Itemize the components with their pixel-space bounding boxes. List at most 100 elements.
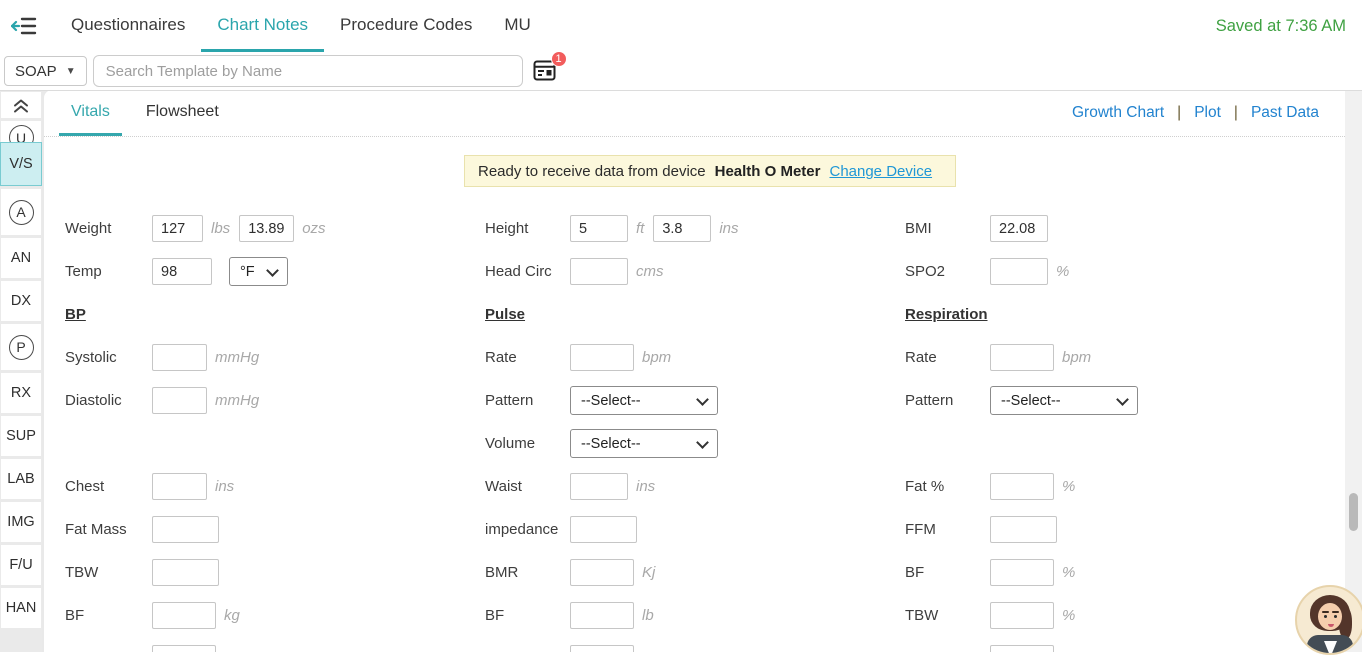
device-name: Health O Meter	[715, 163, 821, 180]
plot-link[interactable]: Plot	[1194, 104, 1221, 122]
field-label: BF	[485, 607, 570, 624]
pulse-volume-select[interactable]: --Select--	[570, 429, 718, 458]
systolic-input[interactable]	[152, 344, 207, 371]
bf-pct-input[interactable]	[990, 559, 1054, 586]
pulse-pattern-value: --Select--	[581, 393, 641, 409]
collapse-menu-button[interactable]	[9, 11, 39, 41]
resp-rate-input[interactable]	[990, 344, 1054, 371]
chevron-down-icon	[1116, 393, 1129, 406]
growth-chart-link[interactable]: Growth Chart	[1072, 104, 1164, 122]
head-circ-input[interactable]	[570, 258, 628, 285]
unit-label: %	[1062, 478, 1075, 495]
weight-lbs-input[interactable]	[152, 215, 203, 242]
temp-unit-select[interactable]: °F	[229, 257, 288, 286]
mm-lb-input[interactable]	[990, 645, 1054, 652]
field-label: Weight	[65, 220, 152, 237]
change-device-link[interactable]: Change Device	[829, 163, 932, 180]
temp-unit-value: °F	[240, 264, 255, 280]
circled-letter-icon: A	[9, 200, 34, 225]
sidebar-item-han[interactable]: HAN	[1, 588, 41, 628]
field-label: TBW	[905, 607, 990, 624]
unit-label: mmHg	[215, 392, 259, 409]
ffm-input[interactable]	[990, 516, 1057, 543]
tab-flowsheet[interactable]: Flowsheet	[134, 90, 231, 136]
height-ins-input[interactable]	[653, 215, 711, 242]
sidebar-item-lab[interactable]: LAB	[1, 459, 41, 499]
waist-input[interactable]	[570, 473, 628, 500]
soap-dropdown[interactable]: SOAP ▼	[4, 56, 87, 86]
field-label: Fat Mass	[65, 521, 152, 538]
sidebar-item-allergies[interactable]: A	[1, 189, 41, 235]
weight-ozs-input[interactable]	[239, 215, 294, 242]
height-ft-input[interactable]	[570, 215, 628, 242]
vitals-links: Growth Chart | Plot | Past Data	[1072, 90, 1345, 136]
field-label: Head Circ	[485, 263, 570, 280]
nav-mu[interactable]: MU	[488, 0, 546, 52]
tbw-input[interactable]	[152, 559, 219, 586]
sidebar-item-sup[interactable]: SUP	[1, 416, 41, 456]
pulse-pattern-select[interactable]: --Select--	[570, 386, 718, 415]
search-template-input[interactable]	[93, 55, 523, 87]
fat-pct-input[interactable]	[990, 473, 1054, 500]
bmr-input[interactable]	[570, 559, 634, 586]
sidebar-item-rx[interactable]: RX	[1, 373, 41, 413]
height-row: Height ft ins	[485, 207, 905, 250]
field-label: Volume	[485, 435, 570, 452]
field-label: Temp	[65, 263, 152, 280]
sidebar-item-dx[interactable]: DX	[1, 281, 41, 321]
bmi-row: BMI	[905, 207, 1138, 250]
fat-mass-input[interactable]	[152, 516, 219, 543]
dropdown-arrow-icon: ▼	[66, 66, 76, 77]
past-data-link[interactable]: Past Data	[1251, 104, 1319, 122]
field-label: Fat %	[905, 478, 990, 495]
sidebar-item-label: F/U	[9, 557, 32, 573]
unit-label: ins	[719, 220, 738, 237]
sidebar-item-fu[interactable]: F/U	[1, 545, 41, 585]
unit-label: ozs	[302, 220, 325, 237]
unit-label: %	[1062, 564, 1075, 581]
waist-row: Waist ins	[485, 465, 905, 508]
pulse-rate-input[interactable]	[570, 344, 634, 371]
sidebar-item-plan[interactable]: P	[1, 324, 41, 370]
temp-input[interactable]	[152, 258, 212, 285]
avatar-eye	[1324, 615, 1327, 618]
bf-lb-input[interactable]	[570, 602, 634, 629]
fat-mass-row: Fat Mass	[65, 508, 485, 551]
scrollbar-thumb[interactable]	[1349, 493, 1358, 531]
assistant-avatar[interactable]	[1295, 585, 1362, 655]
nav-chart-notes[interactable]: Chart Notes	[201, 0, 324, 52]
vertical-scrollbar[interactable]	[1345, 90, 1362, 652]
unit-label: lbs	[211, 220, 230, 237]
resp-pattern-select[interactable]: --Select--	[990, 386, 1138, 415]
sidebar-scroll-up-button[interactable]	[1, 92, 41, 118]
unit-label: lb	[642, 607, 654, 624]
chart-sections-sidebar: U V/S A AN DX P RX SUP LAB IMG F/U HAN	[0, 91, 42, 652]
impedance-input[interactable]	[570, 516, 637, 543]
nav-procedure-codes[interactable]: Procedure Codes	[324, 0, 488, 52]
tbw-lb-input[interactable]	[152, 645, 216, 652]
field-label: Rate	[485, 349, 570, 366]
sidebar-item-an[interactable]: AN	[1, 238, 41, 278]
spo2-input[interactable]	[990, 258, 1048, 285]
chart-nav: Questionnaires Chart Notes Procedure Cod…	[55, 0, 547, 52]
tbw-kg-input[interactable]	[570, 645, 634, 652]
sidebar-item-vitals[interactable]: V/S	[0, 142, 42, 186]
sidebar-item-img[interactable]: IMG	[1, 502, 41, 542]
pulse-section-row: Pulse	[485, 293, 905, 336]
bmi-input[interactable]	[990, 215, 1048, 242]
bf-kg-input[interactable]	[152, 602, 216, 629]
tbw-pct-input[interactable]	[990, 602, 1054, 629]
tab-vitals[interactable]: Vitals	[59, 90, 122, 136]
template-notifications-button[interactable]: 1	[533, 60, 557, 82]
spacer-row	[905, 422, 1138, 465]
sidebar-item-label: HAN	[6, 600, 37, 616]
field-label: Rate	[905, 349, 990, 366]
template-toolbar: SOAP ▼ 1	[0, 52, 1362, 91]
tbw-row: TBW	[65, 551, 485, 594]
field-label: BMI	[905, 220, 990, 237]
nav-questionnaires[interactable]: Questionnaires	[55, 0, 201, 52]
chevron-down-icon	[696, 436, 709, 449]
diastolic-input[interactable]	[152, 387, 207, 414]
field-label: Pattern	[485, 392, 570, 409]
chest-input[interactable]	[152, 473, 207, 500]
